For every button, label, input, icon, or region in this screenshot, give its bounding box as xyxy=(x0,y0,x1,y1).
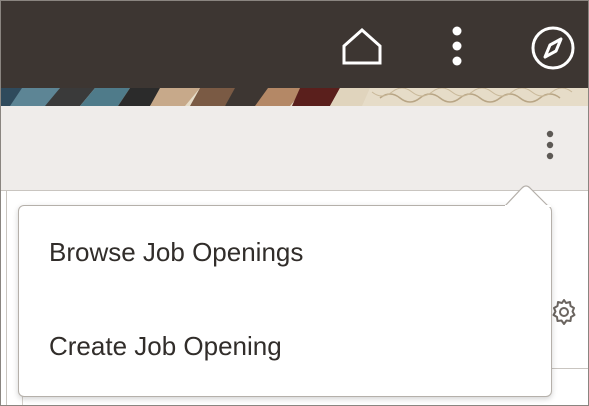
page-toolbar xyxy=(0,106,589,191)
banner-pattern xyxy=(0,88,589,106)
navigator-compass-icon[interactable] xyxy=(529,24,577,72)
actions-popup-menu: Browse Job Openings Create Job Opening xyxy=(18,205,552,397)
content-divider xyxy=(552,368,589,369)
actions-kebab-icon[interactable] xyxy=(446,24,468,68)
home-icon[interactable] xyxy=(340,26,384,66)
popup-pointer xyxy=(505,185,551,207)
settings-gear-icon[interactable] xyxy=(549,297,579,327)
app-window: Browse Job Openings Create Job Opening xyxy=(0,0,589,406)
top-header-bar xyxy=(0,0,589,90)
content-divider xyxy=(6,191,7,406)
decorative-banner xyxy=(0,88,589,106)
more-actions-kebab-icon[interactable] xyxy=(540,126,560,166)
menu-item-create-job-opening[interactable]: Create Job Opening xyxy=(19,316,551,376)
menu-item-browse-job-openings[interactable]: Browse Job Openings xyxy=(19,222,551,282)
